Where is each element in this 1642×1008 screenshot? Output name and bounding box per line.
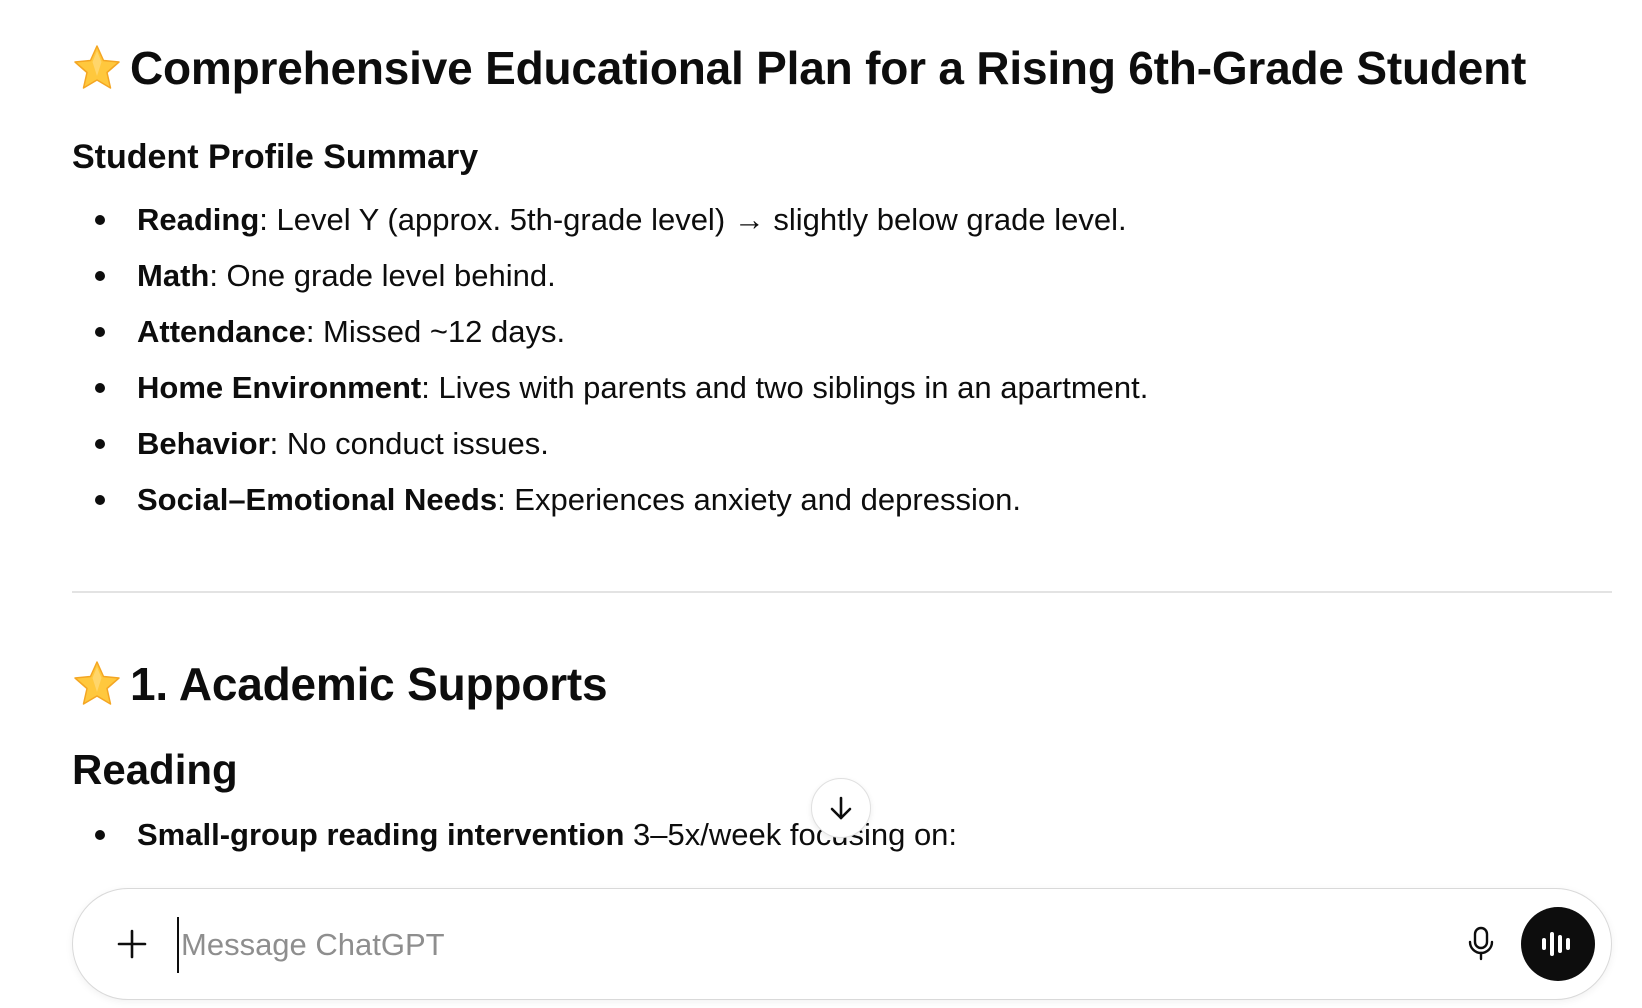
- list-item-term: Social–Emotional Needs: [137, 482, 498, 517]
- plus-icon: [117, 929, 147, 959]
- attach-button[interactable]: [103, 915, 161, 973]
- arrow-down-icon: [830, 796, 852, 820]
- list-item-text: : No conduct issues.: [269, 426, 549, 461]
- message-composer: [72, 888, 1612, 1000]
- list-item-text: : Missed ~12 days.: [305, 314, 566, 349]
- list-item: Behavior: No conduct issues.: [72, 416, 1572, 472]
- voice-mode-button[interactable]: [1521, 907, 1595, 981]
- bullet-icon: [95, 830, 105, 840]
- bullet-icon: [95, 327, 105, 337]
- list-item-term: Math: [137, 258, 210, 293]
- main-title-text: Comprehensive Educational Plan for a Ris…: [130, 42, 1527, 94]
- list-item-text: : One grade level behind.: [209, 258, 556, 293]
- main-title: Comprehensive Educational Plan for a Ris…: [72, 40, 1526, 96]
- list-item-term: Small-group reading intervention: [137, 817, 625, 852]
- chat-viewport[interactable]: Comprehensive Educational Plan for a Ris…: [0, 0, 1642, 1008]
- list-item-term: Behavior: [137, 426, 270, 461]
- star-emoji-icon: [74, 45, 120, 89]
- list-item-text: : Level Y (approx. 5th-grade level) → sl…: [259, 202, 1127, 237]
- dictate-button[interactable]: [1452, 915, 1510, 973]
- microphone-icon: [1468, 926, 1494, 961]
- list-item: Attendance: Missed ~12 days.: [72, 304, 1572, 360]
- list-item-text: 3–5x/week focusing on:: [624, 817, 958, 852]
- bullet-icon: [95, 383, 105, 393]
- list-item: Home Environment: Lives with parents and…: [72, 360, 1572, 416]
- section-title: 1. Academic Supports: [72, 656, 608, 712]
- list-item: Reading: Level Y (approx. 5th-grade leve…: [72, 192, 1572, 248]
- profile-heading: Student Profile Summary: [72, 138, 479, 176]
- list-item: Math: One grade level behind.: [72, 248, 1572, 304]
- section-divider: [72, 591, 1612, 593]
- bullet-icon: [95, 271, 105, 281]
- list-item: Social–Emotional Needs: Experiences anxi…: [72, 472, 1572, 528]
- list-item-term: Reading: [137, 202, 260, 237]
- list-item-term: Home Environment: [137, 370, 422, 405]
- bullet-icon: [95, 495, 105, 505]
- profile-list: Reading: Level Y (approx. 5th-grade leve…: [72, 192, 1572, 528]
- list-item-term: Attendance: [137, 314, 306, 349]
- section-title-text: 1. Academic Supports: [130, 658, 608, 710]
- message-input[interactable]: [177, 917, 1381, 973]
- list-item-text: : Lives with parents and two siblings in…: [421, 370, 1149, 405]
- scroll-to-bottom-button[interactable]: [811, 778, 871, 838]
- voice-mode-icon: [1542, 932, 1570, 956]
- reading-heading: Reading: [72, 746, 238, 793]
- bullet-icon: [95, 215, 105, 225]
- bullet-icon: [95, 439, 105, 449]
- list-item-text: : Experiences anxiety and depression.: [497, 482, 1021, 517]
- star-emoji-icon: [74, 661, 120, 705]
